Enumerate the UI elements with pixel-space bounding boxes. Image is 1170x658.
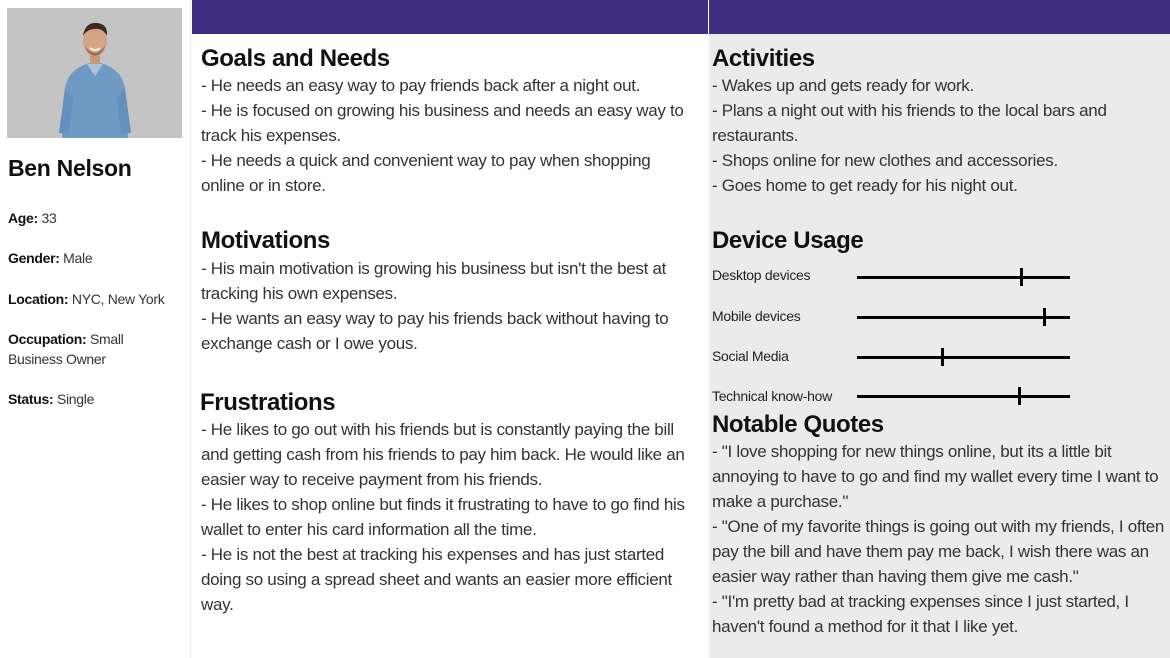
activities-item: - Plans a night out with his friends to … [712,101,1107,145]
quote-item: - "One of my favorite things is going ou… [712,517,1165,586]
frustrations-title: Frustrations [200,389,336,416]
persona-sidebar: Ben Nelson Age: 33 Gender: Male Location… [0,0,191,658]
persona-location: Location: NYC, New York [8,291,165,307]
frustrations-list: - He likes to go out with his friends bu… [201,417,705,617]
device-usage-label: Technical know-how [712,388,832,404]
activities-item: - Goes home to get ready for his night o… [712,176,1018,195]
goals-item: - He needs an easy way to pay friends ba… [201,76,641,95]
goals-list: - He needs an easy way to pay friends ba… [201,73,701,198]
activities-title: Activities [712,45,815,72]
device-usage-scale [857,348,1070,366]
header-bar-right [709,0,1170,34]
device-usage-marker [941,348,944,366]
device-usage-scale [857,308,1070,326]
device-usage-marker [1018,387,1021,405]
device-usage-scale [857,387,1070,405]
quotes-title: Notable Quotes [712,411,884,438]
persona-status: Status: Single [8,391,95,407]
motivations-item: - His main motivation is growing his bus… [201,259,667,303]
header-bar-left [192,0,708,34]
quote-item: - "I'm pretty bad at tracking expenses s… [712,592,1129,636]
goals-item: - He is focused on growing his business … [201,101,684,145]
activities-list: - Wakes up and gets ready for work. - Pl… [712,73,1152,198]
persona-occupation: Occupation: Small Business Owner [8,331,124,367]
device-usage-marker [1043,308,1046,326]
goals-title: Goals and Needs [201,45,390,72]
quote-item: - "I love shopping for new things online… [712,442,1159,511]
device-usage-label: Desktop devices [712,267,811,283]
frustrations-item: - He likes to shop online but finds it f… [201,495,685,539]
frustrations-item: - He is not the best at tracking his exp… [201,545,672,614]
frustrations-item: - He likes to go out with his friends bu… [201,420,685,489]
device-usage-label: Social Media [712,348,789,364]
persona-photo [7,8,182,138]
activities-item: - Wakes up and gets ready for work. [712,76,974,95]
activities-item: - Shops online for new clothes and acces… [712,151,1058,170]
device-usage-marker [1020,268,1023,286]
device-usage-title: Device Usage [712,227,864,254]
persona-age: Age: 33 [8,210,57,226]
goals-item: - He needs a quick and convenient way to… [201,151,651,195]
motivations-list: - His main motivation is growing his bus… [201,256,704,356]
persona-gender: Gender: Male [8,250,93,266]
motivations-title: Motivations [201,227,330,254]
persona-name: Ben Nelson [8,155,132,181]
device-usage-label: Mobile devices [712,308,801,324]
quotes-list: - "I love shopping for new things online… [712,439,1168,639]
device-usage-scale [857,268,1070,286]
motivations-item: - He wants an easy way to pay his friend… [201,309,669,353]
